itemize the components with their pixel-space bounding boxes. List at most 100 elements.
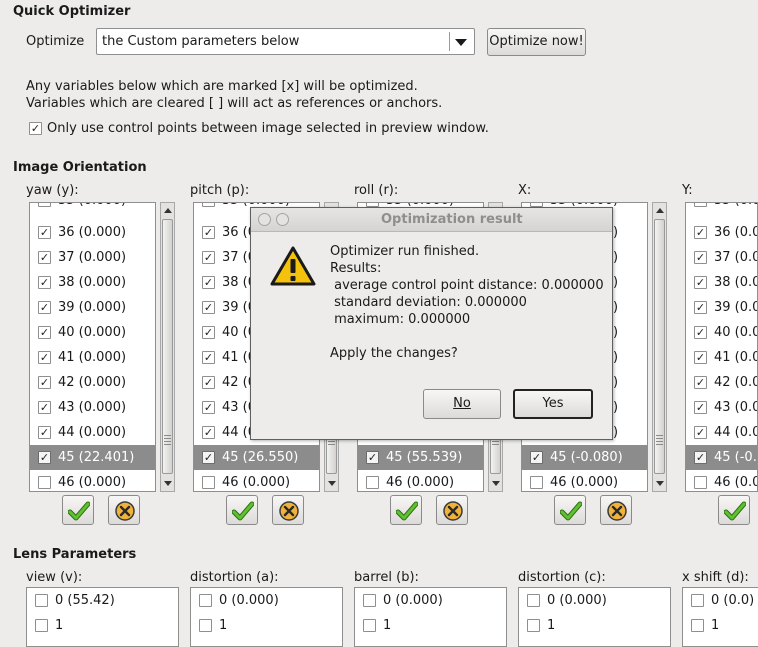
list-item-checkbox[interactable]: ✓ xyxy=(38,251,51,264)
list-item-checkbox[interactable] xyxy=(694,476,707,489)
select-all-button[interactable] xyxy=(226,495,258,525)
scroll-down-icon[interactable] xyxy=(656,481,664,486)
optimize-now-button[interactable]: Optimize now! xyxy=(487,28,586,56)
list-item[interactable]: 46 (0.000) xyxy=(522,470,647,491)
list-item[interactable]: 1 xyxy=(191,613,342,638)
list-item[interactable]: ✓ 37 (0.000) xyxy=(30,245,155,270)
list-item-checkbox[interactable] xyxy=(366,476,379,489)
scroll-down-icon[interactable] xyxy=(492,481,500,486)
list-item[interactable]: 1 xyxy=(27,613,178,638)
list-item-checkbox[interactable]: ✓ xyxy=(202,301,215,314)
list-item-checkbox[interactable]: ✓ xyxy=(38,401,51,414)
list-item-checkbox[interactable]: ✓ xyxy=(694,351,707,364)
list-item-checkbox[interactable]: ✓ xyxy=(694,376,707,389)
list-item-checkbox[interactable]: ✓ xyxy=(202,401,215,414)
list-item[interactable]: ✓ 43 (0.000) xyxy=(686,395,757,420)
list-item-checkbox[interactable]: ✓ xyxy=(38,326,51,339)
list-item-checkbox[interactable]: ✓ xyxy=(38,276,51,289)
list-item[interactable]: ✓ 35 (0.000) xyxy=(30,203,155,213)
list-item-checkbox[interactable]: ✓ xyxy=(530,451,543,464)
clear-all-button[interactable] xyxy=(272,495,304,525)
list-item[interactable]: 0 (0.000) xyxy=(355,588,506,613)
list-item-checkbox[interactable]: ✓ xyxy=(202,203,215,207)
list-item[interactable]: ✓ 39 (0.000) xyxy=(686,295,757,320)
list-item[interactable]: ✓ 38 (0.000) xyxy=(30,270,155,295)
dialog-minimize-button[interactable] xyxy=(276,213,289,226)
list-item-checkbox[interactable]: ✓ xyxy=(694,251,707,264)
list-item[interactable]: 46 (0.000) xyxy=(30,470,155,491)
list-item[interactable]: 46 (0.000) xyxy=(686,470,757,491)
list-item[interactable]: ✓ 45 (-0.080) xyxy=(522,445,647,470)
list-item-checkbox[interactable]: ✓ xyxy=(202,326,215,339)
dialog-close-button[interactable] xyxy=(258,213,271,226)
optimize-combo[interactable]: the Custom parameters below xyxy=(96,28,475,55)
select-all-button[interactable] xyxy=(554,495,586,525)
list-item[interactable]: ✓ 36 (0.000) xyxy=(30,220,155,245)
yes-button[interactable]: Yes xyxy=(513,389,593,419)
scrollbar[interactable] xyxy=(160,202,175,492)
clear-all-button[interactable] xyxy=(436,495,468,525)
list-item-checkbox[interactable] xyxy=(691,619,704,632)
list-item[interactable]: ✓ 45 (-0.0 xyxy=(686,445,757,470)
list-item[interactable]: 1 xyxy=(355,613,506,638)
list-item[interactable]: ✓ 40 (0.000) xyxy=(30,320,155,345)
list-item-checkbox[interactable] xyxy=(363,619,376,632)
scroll-up-icon[interactable] xyxy=(164,208,172,213)
orientation-list[interactable]: ✓ 35 (0.000) ✓ 36 (0.000) ✓ 37 (0.000) ✓ 38 (0.… xyxy=(685,202,758,492)
list-item-checkbox[interactable]: ✓ xyxy=(202,451,215,464)
list-item[interactable]: 0 (0.000) xyxy=(191,588,342,613)
list-item-checkbox[interactable]: ✓ xyxy=(202,276,215,289)
list-item[interactable]: ✓ 45 (22.401) xyxy=(30,445,155,470)
list-item-checkbox[interactable]: ✓ xyxy=(694,326,707,339)
list-item-checkbox[interactable] xyxy=(527,594,540,607)
list-item[interactable]: 46 (0.000) xyxy=(194,470,319,491)
scroll-down-icon[interactable] xyxy=(164,481,172,486)
clear-all-button[interactable] xyxy=(108,495,140,525)
lens-list[interactable]: 0 (55.42) 1 xyxy=(26,587,179,647)
list-item-checkbox[interactable] xyxy=(363,594,376,607)
list-item-checkbox[interactable]: ✓ xyxy=(38,426,51,439)
select-all-button[interactable] xyxy=(390,495,422,525)
list-item[interactable]: ✓ 36 (0.000) xyxy=(686,220,757,245)
lens-list[interactable]: 0 (0.000) 1 xyxy=(354,587,507,647)
list-item[interactable]: 1 xyxy=(519,613,670,638)
list-item-checkbox[interactable] xyxy=(35,619,48,632)
no-button[interactable]: No xyxy=(423,389,501,419)
list-item-checkbox[interactable]: ✓ xyxy=(202,226,215,239)
list-item[interactable]: 0 (0.0) xyxy=(683,588,758,613)
list-item[interactable]: ✓ 38 (0.000) xyxy=(686,270,757,295)
list-item-checkbox[interactable] xyxy=(38,476,51,489)
list-item[interactable]: ✓ 43 (0.000) xyxy=(30,395,155,420)
list-item-checkbox[interactable] xyxy=(199,594,212,607)
list-item[interactable]: ✓ 40 (0.000) xyxy=(686,320,757,345)
list-item-checkbox[interactable]: ✓ xyxy=(38,451,51,464)
list-item-checkbox[interactable]: ✓ xyxy=(694,301,707,314)
lens-list[interactable]: 0 (0.000) 1 xyxy=(518,587,671,647)
list-item-checkbox[interactable]: ✓ xyxy=(202,251,215,264)
list-item[interactable]: ✓ 39 (0.000) xyxy=(30,295,155,320)
list-item[interactable]: ✓ 42 (0.000) xyxy=(30,370,155,395)
scroll-up-icon[interactable] xyxy=(656,208,664,213)
list-item-checkbox[interactable] xyxy=(199,619,212,632)
select-all-button[interactable] xyxy=(62,495,94,525)
dialog-titlebar[interactable]: Optimization result xyxy=(251,208,612,232)
list-item[interactable]: ✓ 45 (55.539) xyxy=(358,445,483,470)
list-item-checkbox[interactable]: ✓ xyxy=(38,301,51,314)
chevron-down-icon[interactable] xyxy=(455,39,467,46)
list-item[interactable]: ✓ 42 (0.000) xyxy=(686,370,757,395)
list-item[interactable]: 1 xyxy=(683,613,758,638)
list-item-checkbox[interactable]: ✓ xyxy=(694,426,707,439)
list-item[interactable]: 0 (55.42) xyxy=(27,588,178,613)
list-item-checkbox[interactable]: ✓ xyxy=(38,351,51,364)
list-item[interactable]: ✓ 37 (0.000) xyxy=(686,245,757,270)
list-item-checkbox[interactable]: ✓ xyxy=(694,203,707,207)
list-item[interactable]: 0 (0.000) xyxy=(519,588,670,613)
list-item[interactable]: ✓ 41 (0.000) xyxy=(686,345,757,370)
orientation-list[interactable]: ✓ 35 (0.000) ✓ 36 (0.000) ✓ 37 (0.000) ✓ 38 (0.… xyxy=(29,202,156,492)
list-item-checkbox[interactable]: ✓ xyxy=(202,376,215,389)
lens-list[interactable]: 0 (0.0) 1 xyxy=(682,587,758,647)
list-item-checkbox[interactable]: ✓ xyxy=(38,226,51,239)
list-item[interactable]: ✓ 44 (0.000) xyxy=(686,420,757,445)
list-item-checkbox[interactable] xyxy=(527,619,540,632)
list-item-checkbox[interactable]: ✓ xyxy=(38,376,51,389)
